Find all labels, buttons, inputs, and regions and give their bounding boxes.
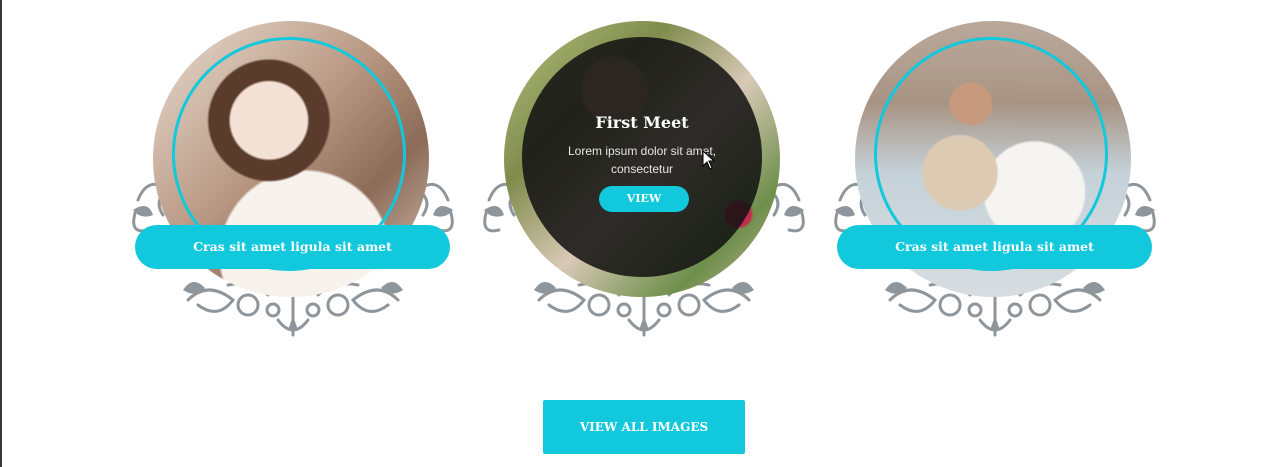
hover-overlay[interactable]: First Meet Lorem ipsum dolor sit amet, c… — [522, 37, 762, 277]
gallery-card-3[interactable]: Cras sit amet ligula sit amet — [830, 0, 1160, 345]
card-caption-button[interactable]: Cras sit amet ligula sit amet — [135, 225, 450, 269]
mouse-pointer-icon — [702, 150, 716, 170]
view-button[interactable]: VIEW — [599, 186, 689, 212]
card-caption-button[interactable]: Cras sit amet ligula sit amet — [837, 225, 1152, 269]
page-left-border — [0, 0, 2, 467]
gallery-card-2[interactable]: First Meet Lorem ipsum dolor sit amet, c… — [479, 0, 809, 345]
overlay-title: First Meet — [595, 113, 689, 132]
gallery-card-1[interactable]: Cras sit amet ligula sit amet — [128, 0, 458, 345]
view-all-images-button[interactable]: VIEW ALL IMAGES — [543, 400, 745, 454]
